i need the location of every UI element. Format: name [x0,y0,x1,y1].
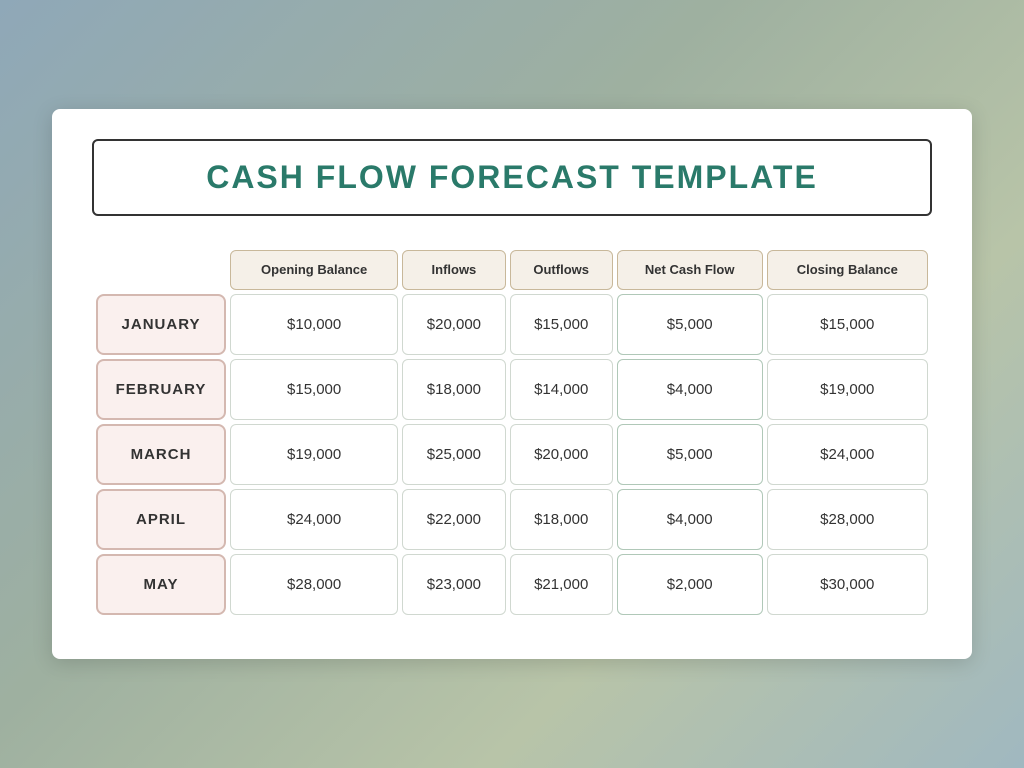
month-cell-may: MAY [96,554,226,615]
closing_balance-cell: $30,000 [767,554,928,615]
table-wrapper: Opening Balance Inflows Outflows Net Cas… [92,246,932,619]
header-inflows: Inflows [402,250,505,290]
closing_balance-cell: $19,000 [767,359,928,420]
table-row: APRIL$24,000$22,000$18,000$4,000$28,000 [96,489,928,550]
month-cell-february: FEBRUARY [96,359,226,420]
main-container: CASH FLOW FORECAST TEMPLATE Opening Bala… [52,109,972,659]
opening_balance-cell: $10,000 [230,294,398,355]
empty-header-cell [96,250,226,290]
net_cash_flow-cell: $5,000 [617,424,763,485]
net_cash_flow-cell: $2,000 [617,554,763,615]
opening_balance-cell: $19,000 [230,424,398,485]
table-row: MARCH$19,000$25,000$20,000$5,000$24,000 [96,424,928,485]
inflows-cell: $25,000 [402,424,505,485]
inflows-cell: $23,000 [402,554,505,615]
inflows-cell: $18,000 [402,359,505,420]
header-opening-balance: Opening Balance [230,250,398,290]
table-row: FEBRUARY$15,000$18,000$14,000$4,000$19,0… [96,359,928,420]
net_cash_flow-cell: $5,000 [617,294,763,355]
title-box: CASH FLOW FORECAST TEMPLATE [92,139,932,216]
closing_balance-cell: $15,000 [767,294,928,355]
month-cell-january: JANUARY [96,294,226,355]
month-cell-april: APRIL [96,489,226,550]
closing_balance-cell: $24,000 [767,424,928,485]
outflows-cell: $18,000 [510,489,613,550]
outflows-cell: $21,000 [510,554,613,615]
opening_balance-cell: $28,000 [230,554,398,615]
inflows-cell: $22,000 [402,489,505,550]
header-net-cash-flow: Net Cash Flow [617,250,763,290]
inflows-cell: $20,000 [402,294,505,355]
page-title: CASH FLOW FORECAST TEMPLATE [206,159,818,195]
outflows-cell: $20,000 [510,424,613,485]
opening_balance-cell: $15,000 [230,359,398,420]
table-row: MAY$28,000$23,000$21,000$2,000$30,000 [96,554,928,615]
outflows-cell: $15,000 [510,294,613,355]
net_cash_flow-cell: $4,000 [617,359,763,420]
closing_balance-cell: $28,000 [767,489,928,550]
month-cell-march: MARCH [96,424,226,485]
header-outflows: Outflows [510,250,613,290]
header-closing-balance: Closing Balance [767,250,928,290]
opening_balance-cell: $24,000 [230,489,398,550]
cash-flow-table: Opening Balance Inflows Outflows Net Cas… [92,246,932,619]
table-row: JANUARY$10,000$20,000$15,000$5,000$15,00… [96,294,928,355]
net_cash_flow-cell: $4,000 [617,489,763,550]
outflows-cell: $14,000 [510,359,613,420]
